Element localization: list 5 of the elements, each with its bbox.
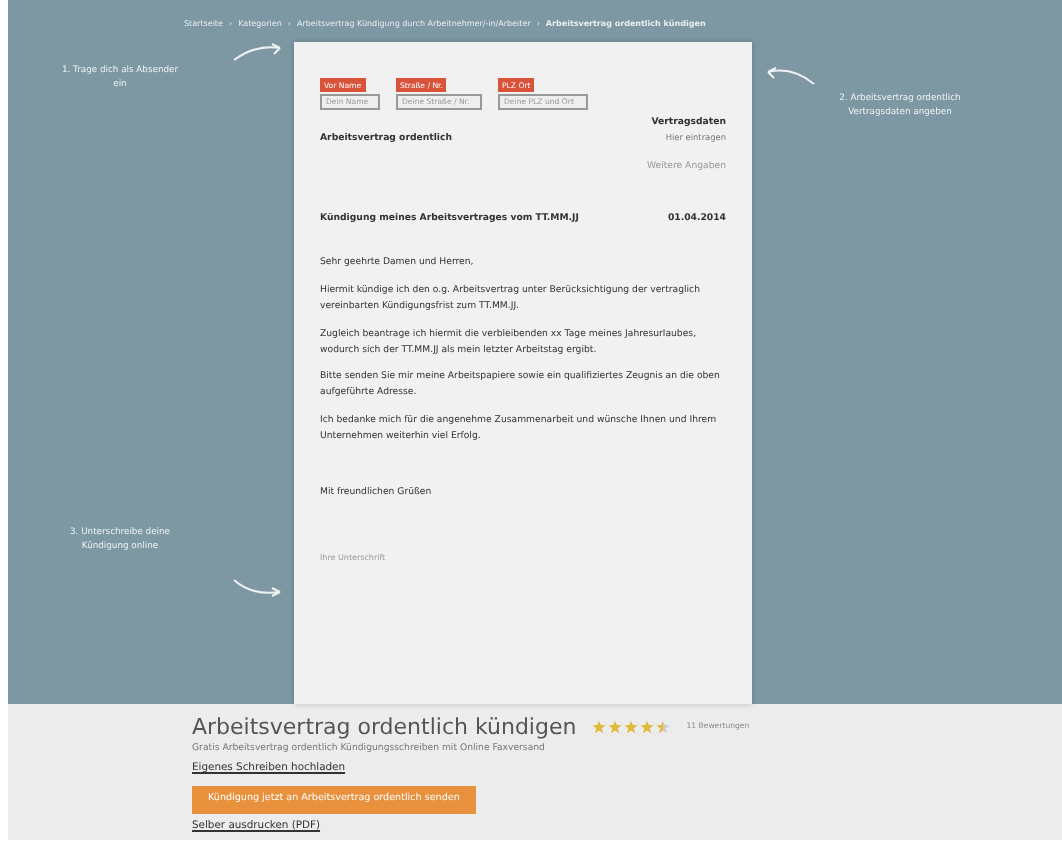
half-star-icon xyxy=(656,720,671,735)
curved-arrow-icon xyxy=(232,578,284,598)
curved-arrow-icon xyxy=(764,66,816,86)
curved-arrow-icon xyxy=(232,42,284,62)
product-title: Arbeitsvertrag ordentlich kündigen xyxy=(192,714,577,741)
